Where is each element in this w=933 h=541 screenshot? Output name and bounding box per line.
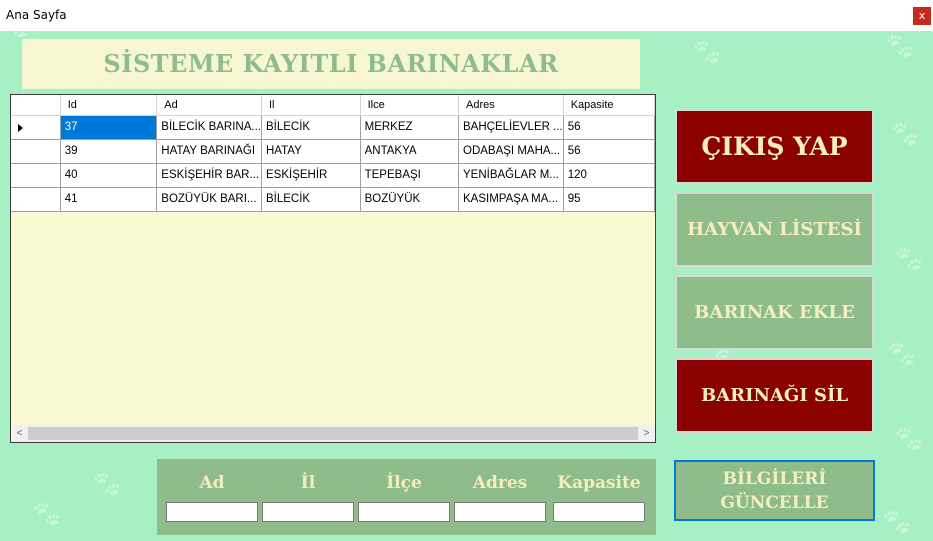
- row-header[interactable]: [11, 115, 61, 140]
- row-header[interactable]: [11, 187, 61, 212]
- table-cell-il[interactable]: ESKİŞEHİR: [261, 163, 361, 188]
- table-cell-ilce[interactable]: TEPEBAŞI: [360, 163, 460, 188]
- table-cell-id[interactable]: 37: [60, 115, 158, 140]
- row-header-corner: [11, 95, 61, 116]
- paw-print-icon: 🐾︎: [892, 244, 926, 274]
- table-row[interactable]: 41 BOZÜYÜK BARI... BİLECİK BOZÜYÜK KASIM…: [11, 187, 656, 212]
- delete-shelter-button-label: BARINAĞI SİL: [700, 385, 849, 406]
- window-title: Ana Sayfa: [6, 8, 67, 22]
- row-indicator-arrow-icon: [18, 123, 23, 132]
- table-cell-il[interactable]: HATAY: [261, 139, 361, 164]
- table-row[interactable]: 40 ESKİŞEHİR BAR... ESKİŞEHİR TEPEBAŞI Y…: [11, 163, 656, 188]
- table-row[interactable]: 37 BİLECİK BARINA... BİLECİK MERKEZ BAHÇ…: [11, 115, 656, 140]
- table-cell-adres[interactable]: KASIMPAŞA MA...: [458, 187, 564, 212]
- adres-label: Adres: [472, 473, 528, 493]
- table-cell-ad[interactable]: HATAY BARINAĞI: [156, 139, 262, 164]
- column-header-ilce[interactable]: Ilce: [360, 95, 460, 116]
- table-cell-kapasite[interactable]: 120: [563, 163, 656, 188]
- horizontal-scrollbar[interactable]: < >: [11, 425, 655, 442]
- column-header-ad[interactable]: Ad: [156, 95, 262, 116]
- scroll-thumb[interactable]: [28, 427, 638, 440]
- table-cell-adres[interactable]: BAHÇELİEVLER ...: [458, 115, 564, 140]
- table-cell-ad[interactable]: BİLECİK BARINA...: [156, 115, 262, 140]
- table-header-row: Id Ad Il Ilce Adres Kapasite: [11, 95, 656, 116]
- add-shelter-button-label: BARINAK EKLE: [694, 302, 855, 323]
- table-cell-il[interactable]: BİLECİK: [261, 187, 361, 212]
- table-cell-kapasite[interactable]: 56: [563, 115, 656, 140]
- update-info-button[interactable]: BİLGİLERİ GÜNCELLE: [674, 460, 875, 521]
- main-form: 🐾︎ 🐾︎ 🐾︎ 🐾︎ 🐾︎ 🐾︎ 🐾︎ 🐾︎ 🐾︎ 🐾︎ 🐾︎ SİSTEME…: [0, 31, 933, 541]
- animal-list-button-label: HAYVAN LİSTESİ: [687, 219, 862, 240]
- table-cell-adres[interactable]: YENİBAĞLAR M...: [458, 163, 564, 188]
- ilce-label: İlçe: [386, 473, 422, 493]
- ad-label: Ad: [199, 473, 225, 493]
- table-cell-id[interactable]: 40: [60, 163, 158, 188]
- column-header-il[interactable]: Il: [261, 95, 361, 116]
- logout-button[interactable]: ÇIKIŞ YAP: [675, 109, 874, 184]
- table-cell-ad[interactable]: BOZÜYÜK BARI...: [156, 187, 262, 212]
- logout-button-label: ÇIKIŞ YAP: [701, 132, 848, 161]
- table-cell-id[interactable]: 41: [60, 187, 158, 212]
- column-header-kapasite[interactable]: Kapasite: [563, 95, 656, 116]
- add-shelter-button[interactable]: BARINAK EKLE: [675, 275, 874, 350]
- row-header[interactable]: [11, 139, 61, 164]
- window-titlebar: Ana Sayfa x: [0, 0, 933, 31]
- kapasite-label: Kapasite: [557, 473, 641, 493]
- table-cell-kapasite[interactable]: 95: [563, 187, 656, 212]
- kapasite-input[interactable]: [553, 502, 645, 522]
- paw-print-icon: 🐾︎: [888, 119, 922, 149]
- update-info-button-label-line2: GÜNCELLE: [720, 493, 829, 513]
- paw-print-icon: 🐾︎: [892, 424, 926, 454]
- il-input[interactable]: [262, 502, 354, 522]
- animal-list-button[interactable]: HAYVAN LİSTESİ: [675, 192, 874, 267]
- delete-shelter-button[interactable]: BARINAĞI SİL: [675, 358, 874, 433]
- table-cell-adres[interactable]: ODABAŞI MAHA...: [458, 139, 564, 164]
- adres-input[interactable]: [454, 502, 546, 522]
- table-cell-ilce[interactable]: ANTAKYA: [360, 139, 460, 164]
- table-cell-ad[interactable]: ESKİŞEHİR BAR...: [156, 163, 262, 188]
- row-header[interactable]: [11, 163, 61, 188]
- shelter-data-grid[interactable]: Id Ad Il Ilce Adres Kapasite 37 BİLECİK …: [10, 94, 656, 443]
- column-header-adres[interactable]: Adres: [458, 95, 564, 116]
- close-button[interactable]: x: [913, 7, 931, 25]
- ilce-input[interactable]: [358, 502, 450, 522]
- table-cell-ilce[interactable]: MERKEZ: [360, 115, 460, 140]
- scroll-left-icon[interactable]: <: [11, 425, 28, 442]
- table-cell-ilce[interactable]: BOZÜYÜK: [360, 187, 460, 212]
- ad-input[interactable]: [166, 502, 258, 522]
- table-cell-il[interactable]: BİLECİK: [261, 115, 361, 140]
- scroll-right-icon[interactable]: >: [638, 425, 655, 442]
- update-info-button-label-line1: BİLGİLERİ: [722, 469, 827, 489]
- shelter-edit-form: Ad İl İlçe Adres Kapasite: [157, 459, 656, 535]
- table-cell-kapasite[interactable]: 56: [563, 139, 656, 164]
- paw-print-icon: 🐾︎: [883, 31, 917, 61]
- paw-print-icon: 🐾︎: [90, 469, 124, 499]
- column-header-id[interactable]: Id: [60, 95, 158, 116]
- paw-print-icon: 🐾︎: [690, 37, 724, 67]
- paw-print-icon: 🐾︎: [30, 499, 64, 529]
- table-row[interactable]: 39 HATAY BARINAĞI HATAY ANTAKYA ODABAŞI …: [11, 139, 656, 164]
- il-label: İl: [300, 473, 316, 493]
- paw-print-icon: 🐾︎: [880, 507, 914, 537]
- paw-print-icon: 🐾︎: [885, 339, 919, 369]
- table-cell-id[interactable]: 39: [60, 139, 158, 164]
- shelter-table: Id Ad Il Ilce Adres Kapasite 37 BİLECİK …: [11, 95, 656, 212]
- page-title: SİSTEME KAYITLI BARINAKLAR: [22, 39, 640, 89]
